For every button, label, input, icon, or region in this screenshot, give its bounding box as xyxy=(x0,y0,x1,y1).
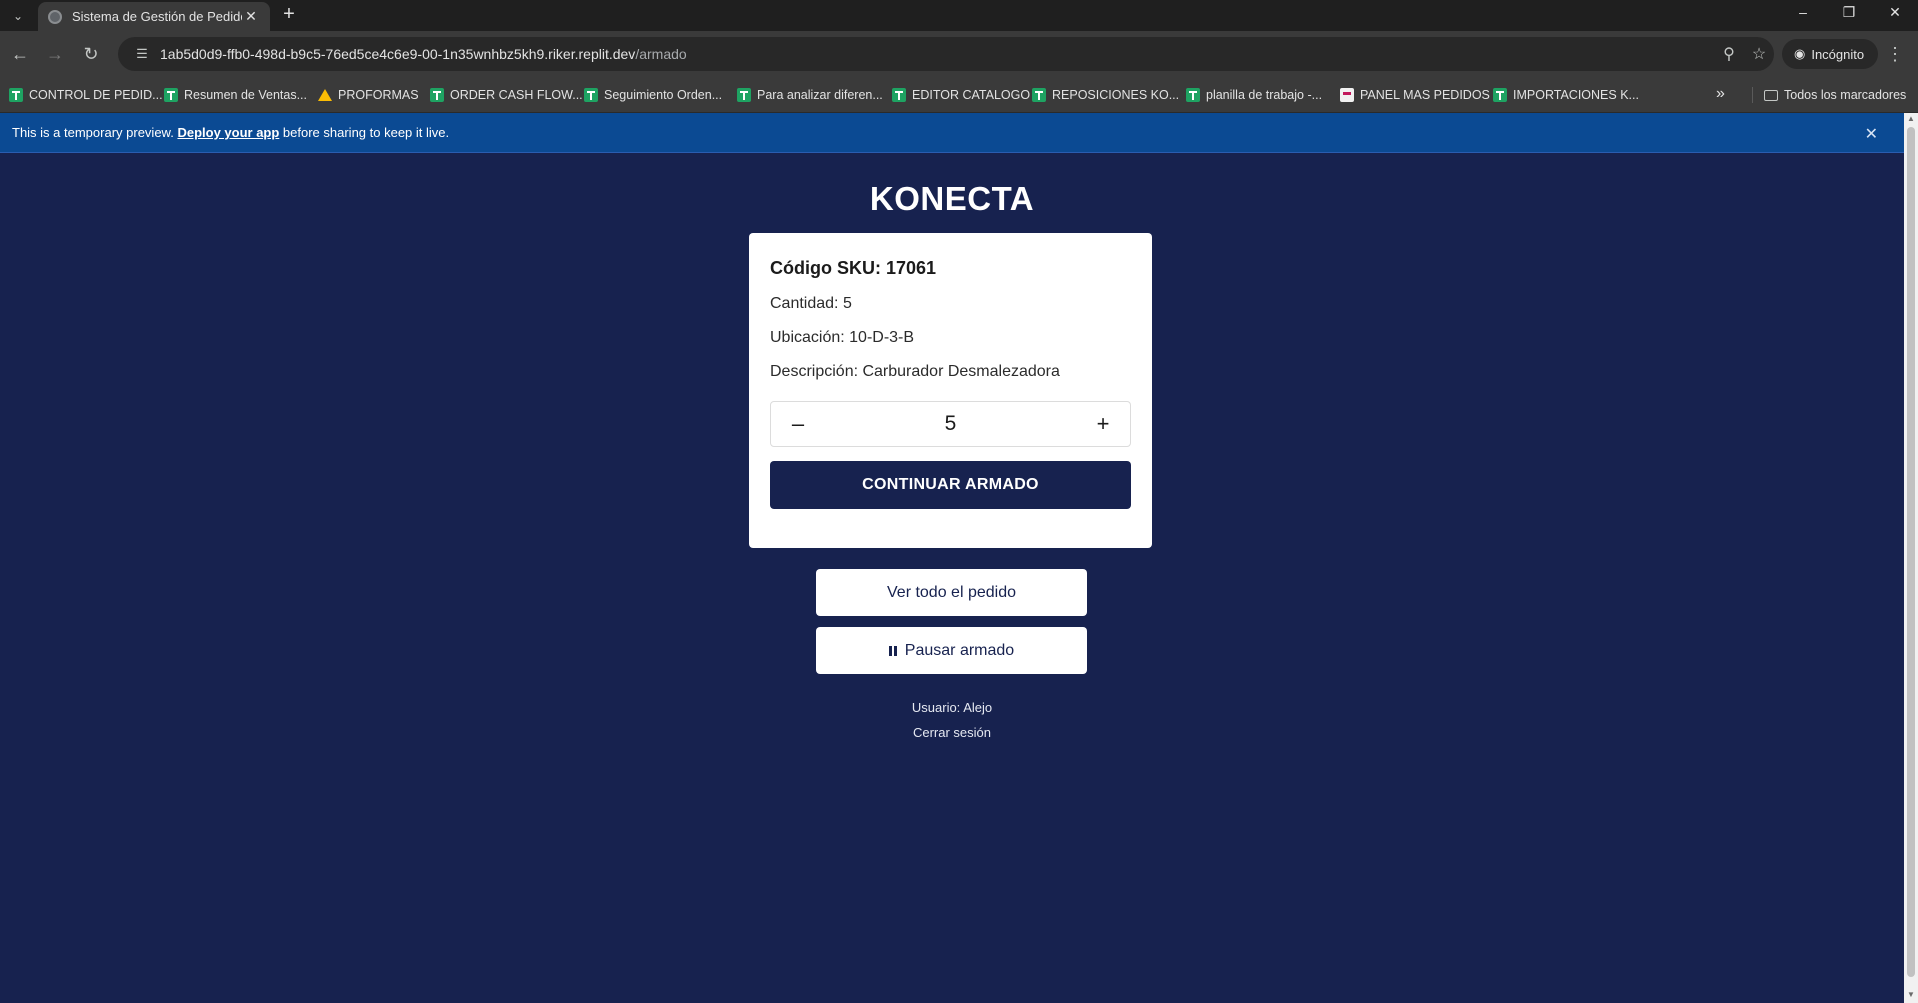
scrollbar-thumb[interactable] xyxy=(1907,127,1915,977)
pause-picking-button[interactable]: Pausar armado xyxy=(816,627,1087,674)
bookmark-label: Seguimiento Orden... xyxy=(604,88,723,102)
close-window-icon[interactable]: ✕ xyxy=(1872,0,1918,24)
app-title: KONECTA xyxy=(869,180,1035,217)
browser-tab-strip: ⌄ Sistema de Gestión de Pedidos ✕ + – ❐ … xyxy=(0,0,1918,31)
new-tab-plus-icon[interactable]: + xyxy=(276,3,302,27)
all-bookmarks-label: Todos los marcadores xyxy=(1784,88,1907,102)
browser-menu-kebab-icon[interactable]: ⋮ xyxy=(1882,41,1908,67)
incognito-icon: ◉ xyxy=(1794,46,1806,61)
bookmark-item[interactable]: planilla de trabajo -... xyxy=(1186,85,1322,105)
sheets-icon xyxy=(164,88,178,102)
page-icon xyxy=(1340,88,1354,102)
browser-toolbar: ← → ↻ ☰ 1ab5d0d9-ffb0-498d-b9c5-76ed5ce4… xyxy=(0,31,1918,77)
sheets-icon xyxy=(584,88,598,102)
bookmark-item[interactable]: EDITOR CATALOGO xyxy=(892,85,1030,105)
close-tab-icon[interactable]: ✕ xyxy=(242,8,260,25)
folder-icon xyxy=(1764,89,1778,101)
quantity-value[interactable]: 5 xyxy=(945,412,957,436)
bookmark-label: PANEL MAS PEDIDOS xyxy=(1360,88,1490,102)
sheets-icon xyxy=(1186,88,1200,102)
quantity-stepper: – 5 + xyxy=(770,401,1131,447)
browser-tab-active[interactable]: Sistema de Gestión de Pedidos ✕ xyxy=(38,2,270,31)
bookmark-item[interactable]: PANEL MAS PEDIDOS xyxy=(1340,85,1490,105)
banner-text-after: before sharing to keep it live. xyxy=(279,125,450,140)
bookmarks-divider xyxy=(1752,87,1753,103)
all-bookmarks-folder[interactable]: Todos los marcadores xyxy=(1764,85,1906,105)
url-text[interactable]: 1ab5d0d9-ffb0-498d-b9c5-76ed5ce4c6e9-00-… xyxy=(160,46,1714,62)
bookmark-item[interactable]: IMPORTACIONES K... xyxy=(1493,85,1639,105)
sheets-icon xyxy=(430,88,444,102)
site-info-icon[interactable]: ☰ xyxy=(128,46,156,62)
sheets-icon xyxy=(1493,88,1507,102)
drive-icon xyxy=(318,89,332,101)
forward-arrow-icon[interactable]: → xyxy=(42,41,68,67)
sheets-icon xyxy=(737,88,751,102)
banner-text-before: This is a temporary preview. xyxy=(12,125,178,140)
back-arrow-icon[interactable]: ← xyxy=(7,41,33,67)
bookmark-label: EDITOR CATALOGO xyxy=(912,88,1031,102)
continue-picking-button[interactable]: CONTINUAR ARMADO xyxy=(770,461,1131,509)
minimize-window-icon[interactable]: – xyxy=(1780,0,1826,24)
location-text: Ubicación: 10-D-3-B xyxy=(770,329,915,346)
bookmarks-bar: CONTROL DE PEDID... Resumen de Ventas...… xyxy=(0,77,1918,113)
bookmark-item[interactable]: PROFORMAS xyxy=(318,85,419,105)
zoom-magnifier-icon[interactable]: ⚲ xyxy=(1714,44,1744,64)
globe-icon xyxy=(48,9,62,24)
pause-icon xyxy=(888,645,897,656)
bookmark-label: planilla de trabajo -... xyxy=(1206,88,1323,102)
bookmark-item[interactable]: Para analizar diferen... xyxy=(737,85,883,105)
bookmark-item[interactable]: CONTROL DE PEDID... xyxy=(9,85,163,105)
sku-code: Código SKU: 17061 xyxy=(770,258,937,278)
sheets-icon xyxy=(1032,88,1046,102)
bookmark-label: IMPORTACIONES K... xyxy=(1513,88,1639,102)
pause-picking-label: Pausar armado xyxy=(904,641,1015,659)
incognito-indicator[interactable]: ◉ Incógnito xyxy=(1782,39,1879,69)
increment-button[interactable]: + xyxy=(1092,411,1114,437)
tab-title: Sistema de Gestión de Pedidos xyxy=(72,9,242,24)
bookmark-label: CONTROL DE PEDID... xyxy=(29,88,163,102)
bookmark-item[interactable]: Resumen de Ventas... xyxy=(164,85,307,105)
scroll-up-arrow-icon[interactable]: ▲ xyxy=(1905,114,1917,124)
sheets-icon xyxy=(9,88,23,102)
bookmark-item[interactable]: Seguimiento Orden... xyxy=(584,85,722,105)
close-banner-icon[interactable]: ✕ xyxy=(1865,124,1878,144)
current-user-text: Usuario: Alejo xyxy=(911,700,993,715)
decrement-button[interactable]: – xyxy=(787,411,809,437)
bookmark-item[interactable]: ORDER CASH FLOW... xyxy=(430,85,583,105)
quantity-text: Cantidad: 5 xyxy=(770,295,852,312)
bookmark-item[interactable]: REPOSICIONES KO... xyxy=(1032,85,1179,105)
address-bar[interactable]: ☰ 1ab5d0d9-ffb0-498d-b9c5-76ed5ce4c6e9-0… xyxy=(118,37,1774,71)
deploy-app-link[interactable]: Deploy your app xyxy=(177,125,279,140)
item-card: Código SKU: 17061 Cantidad: 5 Ubicación:… xyxy=(749,233,1152,548)
preview-banner: This is a temporary preview. Deploy your… xyxy=(0,113,1904,153)
scroll-down-arrow-icon[interactable]: ▼ xyxy=(1905,990,1917,1000)
url-path: /armado xyxy=(635,46,687,62)
more-bookmarks-chevron-icon[interactable]: » xyxy=(1716,85,1725,103)
bookmark-label: PROFORMAS xyxy=(338,88,419,102)
description-text: Descripción: Carburador Desmalezadora xyxy=(770,363,1060,380)
reload-icon[interactable]: ↻ xyxy=(78,41,104,67)
tab-search-chevron-icon[interactable]: ⌄ xyxy=(6,4,30,28)
bookmark-label: Para analizar diferen... xyxy=(757,88,883,102)
view-full-order-button[interactable]: Ver todo el pedido xyxy=(816,569,1087,616)
bookmark-label: Resumen de Ventas... xyxy=(184,88,307,102)
logout-link[interactable]: Cerrar sesión xyxy=(0,725,1904,740)
sheets-icon xyxy=(892,88,906,102)
incognito-label: Incógnito xyxy=(1811,46,1865,62)
bookmark-label: ORDER CASH FLOW... xyxy=(450,88,583,102)
bookmark-label: REPOSICIONES KO... xyxy=(1052,88,1180,102)
bookmark-star-icon[interactable]: ☆ xyxy=(1744,44,1774,64)
url-host: 1ab5d0d9-ffb0-498d-b9c5-76ed5ce4c6e9-00-… xyxy=(160,46,636,62)
view-full-order-label: Ver todo el pedido xyxy=(887,583,1016,601)
restore-window-icon[interactable]: ❐ xyxy=(1826,0,1872,24)
